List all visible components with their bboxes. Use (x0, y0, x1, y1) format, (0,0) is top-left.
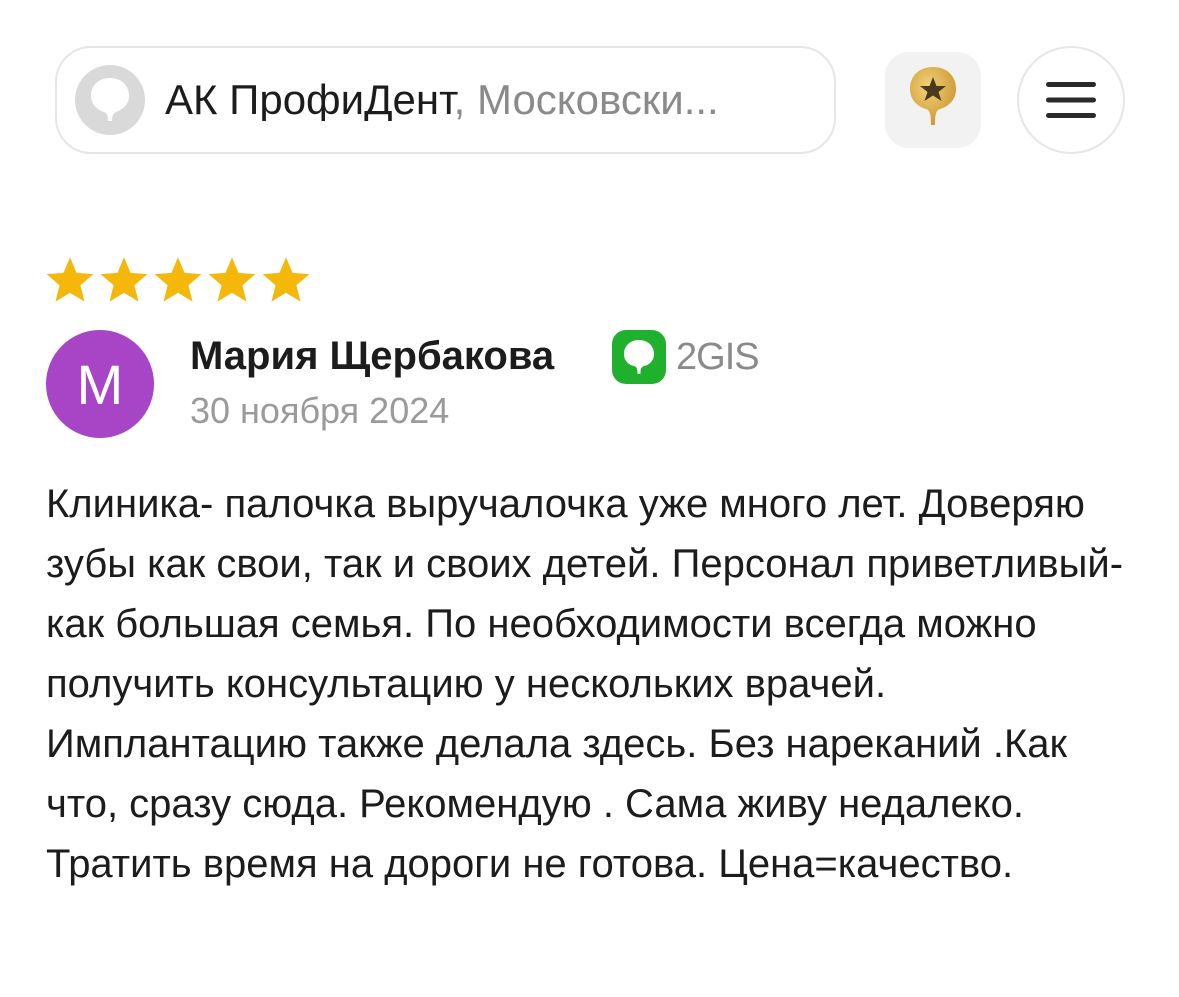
author-name[interactable]: Мария Щербакова (190, 334, 554, 379)
rating-stars (44, 254, 312, 306)
review-text: Клиника- палочка выручалочка уже много л… (46, 482, 1124, 886)
star-icon (46, 257, 94, 302)
2gis-logo-icon (612, 330, 666, 384)
source-label: 2GIS (676, 335, 760, 378)
star-icon (100, 257, 148, 302)
star-icon (262, 257, 310, 302)
menu-button[interactable] (1017, 46, 1125, 154)
favorite-button[interactable] (885, 52, 981, 148)
review-date: 30 ноября 2024 (190, 390, 450, 431)
star-icon (208, 257, 256, 302)
review-page: АК ПрофиДент, Московски... М Мария Щерба… (0, 0, 1179, 997)
place-address: , Московски... (453, 79, 719, 121)
place-name: АК ПрофиДент (165, 79, 454, 121)
star-icon (154, 257, 202, 302)
hamburger-menu-icon (1046, 82, 1096, 118)
star-pin-icon (910, 67, 956, 125)
2gis-pin-icon (75, 65, 145, 135)
search-field-text: АК ПрофиДент, Московски... (165, 79, 719, 121)
avatar[interactable]: М (46, 330, 154, 438)
source-badge: 2GIS (612, 330, 760, 384)
search-bar[interactable]: АК ПрофиДент, Московски... (55, 46, 836, 154)
